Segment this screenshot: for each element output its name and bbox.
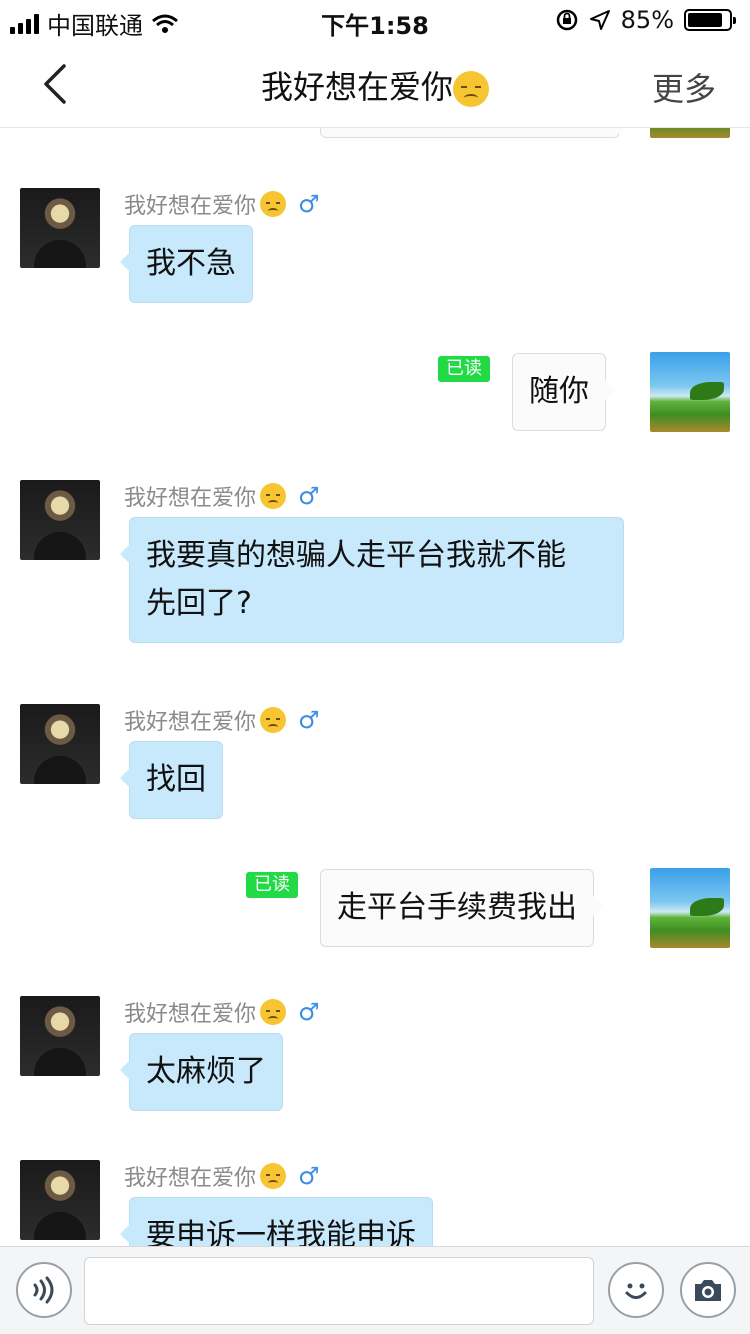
disappointed-face-icon xyxy=(260,191,287,217)
page-title: 我好想在爱你 xyxy=(0,62,750,108)
message-bubble[interactable]: 找回 xyxy=(120,741,223,819)
more-button[interactable]: 更多 xyxy=(652,64,716,110)
disappointed-face-icon xyxy=(453,71,489,107)
battery-percent: 85% xyxy=(620,6,674,34)
input-bar xyxy=(0,1246,750,1334)
message-bubble[interactable]: 随你 xyxy=(512,353,615,431)
chat-area[interactable]: 我好想在爱你 ♂ 我不急 已读 随你 我好想在爱你 ♂ 我要真的想骗人走平台我就不能… xyxy=(0,128,750,1246)
read-badge: 已读 xyxy=(246,872,298,898)
avatar[interactable] xyxy=(650,128,730,138)
orientation-lock-icon xyxy=(556,9,577,31)
voice-button[interactable] xyxy=(16,1262,72,1318)
message-bubble[interactable]: 我要真的想骗人走平台我就不能 先回了? xyxy=(120,517,624,643)
chat-title-text: 我好想在爱你 xyxy=(260,68,453,106)
battery-fill xyxy=(688,13,722,27)
sender-name-text: 我好想在爱你 xyxy=(124,1166,257,1191)
sender-name-text: 我好想在爱你 xyxy=(124,1002,257,1027)
disappointed-face-icon xyxy=(260,707,287,733)
battery-icon xyxy=(684,9,736,31)
sender-name-text: 我好想在爱你 xyxy=(124,194,257,219)
voice-icon xyxy=(33,1276,54,1304)
sender-name: 我好想在爱你 ♂ xyxy=(124,188,320,220)
sender-name: 我好想在爱你 ♂ xyxy=(124,480,320,512)
camera-button[interactable] xyxy=(680,1262,736,1318)
disappointed-face-icon xyxy=(260,1163,287,1189)
message-input[interactable] xyxy=(84,1257,594,1325)
message-bubble[interactable]: 我不急 xyxy=(120,225,253,303)
male-gender-icon: ♂ xyxy=(298,190,320,218)
disappointed-face-icon xyxy=(260,483,287,509)
read-badge: 已读 xyxy=(438,356,490,382)
avatar[interactable] xyxy=(20,704,100,784)
emoji-button[interactable] xyxy=(608,1262,664,1318)
status-bar: 中国联通 下午1:58 85% xyxy=(0,0,750,40)
avatar[interactable] xyxy=(20,1160,100,1240)
male-gender-icon: ♂ xyxy=(298,482,320,510)
nav-bar: 我好想在爱你 更多 xyxy=(0,40,750,128)
message-bubble[interactable]: 太麻烦了 xyxy=(120,1033,283,1111)
smiley-icon xyxy=(625,1283,647,1299)
sender-name: 我好想在爱你 ♂ xyxy=(124,704,320,736)
disappointed-face-icon xyxy=(260,999,287,1025)
male-gender-icon: ♂ xyxy=(298,706,320,734)
message-row xyxy=(0,128,750,140)
message-bubble[interactable]: 走平台手续费我出 xyxy=(320,869,603,947)
location-arrow-icon xyxy=(589,10,610,30)
avatar[interactable] xyxy=(20,188,100,268)
avatar[interactable] xyxy=(20,996,100,1076)
avatar[interactable] xyxy=(650,352,730,432)
message-bubble[interactable] xyxy=(320,128,629,138)
avatar[interactable] xyxy=(650,868,730,948)
sender-name: 我好想在爱你 ♂ xyxy=(124,996,320,1028)
avatar[interactable] xyxy=(20,480,100,560)
male-gender-icon: ♂ xyxy=(298,1162,320,1190)
sender-name: 我好想在爱你 ♂ xyxy=(124,1160,320,1192)
camera-icon xyxy=(695,1280,721,1301)
sender-name-text: 我好想在爱你 xyxy=(124,486,257,511)
message-bubble[interactable]: 要申诉一样我能申诉 xyxy=(120,1197,433,1246)
sender-name-text: 我好想在爱你 xyxy=(124,710,257,735)
male-gender-icon: ♂ xyxy=(298,998,320,1026)
